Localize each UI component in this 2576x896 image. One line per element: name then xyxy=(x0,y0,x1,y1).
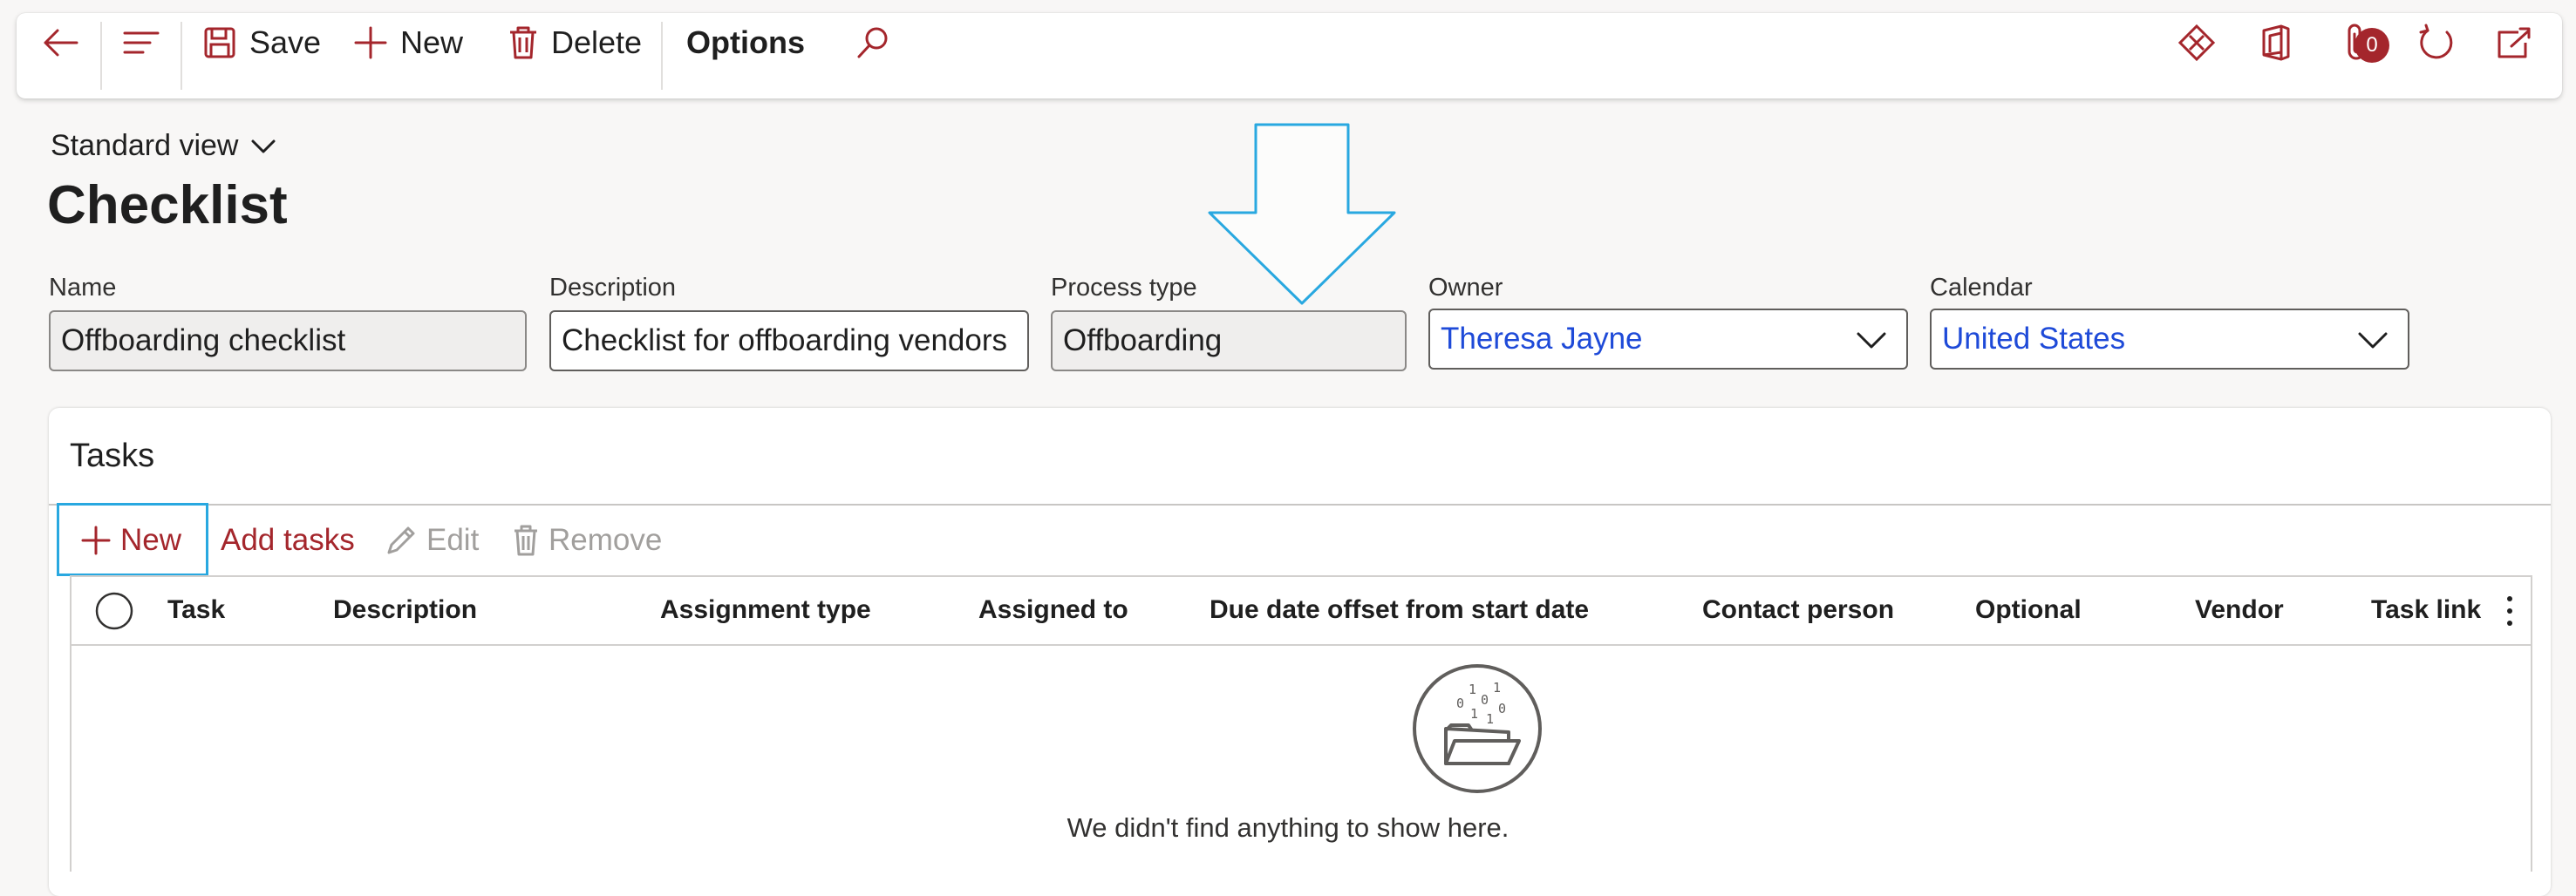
edit-button[interactable]: Edit xyxy=(385,521,479,560)
diamond-icon xyxy=(2177,24,2216,62)
description-label: Description xyxy=(549,274,677,302)
chevron-down-icon[interactable] xyxy=(2357,329,2389,350)
save-icon xyxy=(204,27,235,58)
chevron-down-icon[interactable] xyxy=(1856,329,1887,350)
column-header-vendor[interactable]: Vendor xyxy=(2195,595,2284,625)
remove-button[interactable]: Remove xyxy=(512,521,662,560)
power-apps-button[interactable] xyxy=(2177,0,2216,85)
menu-button[interactable] xyxy=(122,0,160,85)
save-label: Save xyxy=(249,24,322,60)
process-type-field[interactable]: Offboarding xyxy=(1051,310,1407,371)
empty-state-message: We didn't find anything to show here. xyxy=(1067,812,1509,843)
name-value: Offboarding checklist xyxy=(61,323,346,357)
plus-icon xyxy=(354,26,387,59)
office-icon xyxy=(2262,24,2290,61)
select-all-checkbox[interactable] xyxy=(94,591,134,631)
svg-text:1: 1 xyxy=(1469,682,1476,697)
more-vertical-icon[interactable] xyxy=(2499,594,2520,628)
owner-field[interactable]: Theresa Jayne xyxy=(1428,309,1908,370)
calendar-field[interactable]: United States xyxy=(1930,309,2409,370)
search-icon xyxy=(857,27,888,58)
column-header-description[interactable]: Description xyxy=(333,595,477,625)
name-field[interactable]: Offboarding checklist xyxy=(49,310,527,371)
column-header-optional[interactable]: Optional xyxy=(1975,595,2082,625)
svg-text:0: 0 xyxy=(1481,692,1489,708)
plus-icon xyxy=(81,526,111,555)
add-tasks-label: Add tasks xyxy=(221,523,355,557)
separator xyxy=(661,22,663,90)
process-type-label: Process type xyxy=(1051,274,1197,302)
owner-label: Owner xyxy=(1428,274,1503,302)
grid-header-divider xyxy=(70,644,2532,646)
delete-label: Delete xyxy=(551,24,643,60)
column-header-assignment-type[interactable]: Assignment type xyxy=(660,595,871,625)
column-header-due-date-offset[interactable]: Due date offset from start date xyxy=(1210,595,1589,625)
owner-value: Theresa Jayne xyxy=(1441,322,1643,356)
column-header-contact-person[interactable]: Contact person xyxy=(1702,595,1894,625)
back-arrow-icon xyxy=(44,29,78,57)
svg-text:0: 0 xyxy=(1498,701,1506,716)
separator xyxy=(181,22,182,90)
search-button[interactable] xyxy=(855,0,891,85)
delete-button[interactable]: Delete xyxy=(508,0,642,85)
page-title: Checklist xyxy=(47,175,288,235)
new-button[interactable]: New xyxy=(353,0,463,85)
trash-icon xyxy=(510,26,536,59)
description-field[interactable]: Checklist for offboarding vendors xyxy=(549,310,1029,371)
column-header-task-link[interactable]: Task link xyxy=(2371,595,2481,625)
new-task-label: New xyxy=(120,523,182,557)
calendar-value: United States xyxy=(1942,322,2126,356)
add-tasks-button[interactable]: Add tasks xyxy=(221,521,355,560)
remove-label: Remove xyxy=(549,523,663,557)
office-button[interactable] xyxy=(2260,0,2292,85)
refresh-button[interactable] xyxy=(2417,0,2456,85)
new-label: New xyxy=(400,24,464,60)
tasks-title: Tasks xyxy=(70,438,155,474)
svg-text:0: 0 xyxy=(1456,696,1464,711)
view-selector[interactable]: Standard view xyxy=(51,129,276,163)
new-task-button[interactable]: New xyxy=(80,521,181,560)
open-new-window-icon xyxy=(2498,27,2531,58)
calendar-label: Calendar xyxy=(1930,274,2033,302)
svg-text:1: 1 xyxy=(1470,706,1478,722)
save-button[interactable]: Save xyxy=(202,0,321,85)
empty-folder-icon: 0 1 0 1 0 1 1 xyxy=(1413,664,1542,793)
divider xyxy=(49,504,2551,506)
name-label: Name xyxy=(49,274,117,302)
separator xyxy=(100,22,102,90)
pencil-icon xyxy=(387,526,415,554)
notification-badge: 0 xyxy=(2355,28,2389,63)
svg-text:1: 1 xyxy=(1486,711,1494,727)
hamburger-icon xyxy=(123,31,160,54)
back-button[interactable] xyxy=(40,0,82,85)
description-value: Checklist for offboarding vendors xyxy=(562,323,1008,357)
process-type-value: Offboarding xyxy=(1063,323,1223,357)
refresh-icon xyxy=(2419,24,2453,59)
options-label: Options xyxy=(686,24,805,60)
svg-text:1: 1 xyxy=(1493,680,1501,696)
arrow-down-annotation-icon xyxy=(1208,123,1396,305)
edit-label: Edit xyxy=(426,523,480,557)
trash-icon xyxy=(515,525,537,556)
column-header-task[interactable]: Task xyxy=(167,595,225,625)
open-new-window-button[interactable] xyxy=(2496,0,2532,85)
column-header-assigned-to[interactable]: Assigned to xyxy=(978,595,1128,625)
view-selector-label: Standard view xyxy=(51,129,239,162)
chevron-down-icon xyxy=(251,139,276,153)
options-button[interactable]: Options xyxy=(686,0,805,85)
